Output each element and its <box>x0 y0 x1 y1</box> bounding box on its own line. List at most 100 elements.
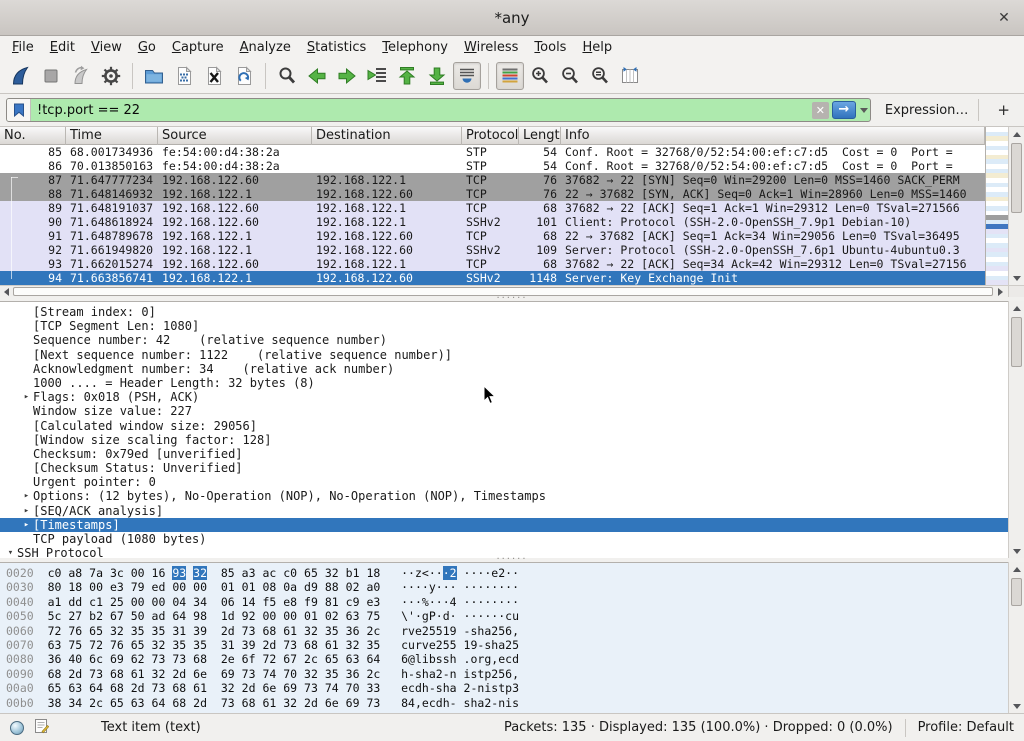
zoom-out-icon[interactable] <box>556 62 584 90</box>
column-header-time[interactable]: Time <box>66 127 158 145</box>
zoom-original-icon[interactable] <box>586 62 614 90</box>
packet-row-94[interactable]: 9471.663856741192.168.122.1192.168.122.6… <box>0 271 985 285</box>
detail-row[interactable]: [Stream index: 0] <box>0 305 1008 319</box>
resize-columns-icon[interactable] <box>616 62 644 90</box>
filter-bookmark-icon[interactable] <box>7 99 31 121</box>
detail-row[interactable]: [TCP Segment Len: 1080] <box>0 319 1008 333</box>
filter-dropdown-icon[interactable] <box>858 99 870 121</box>
column-header-source[interactable]: Source <box>158 127 312 145</box>
hex-row-00b0[interactable]: 00b0 38 34 2c 65 63 64 68 2d 73 68 61 32… <box>6 696 1008 710</box>
menu-capture[interactable]: Capture <box>164 38 232 57</box>
bytes-vscroll-thumb[interactable] <box>1011 578 1022 606</box>
packet-row-88[interactable]: 8871.648146932192.168.122.1192.168.122.6… <box>0 187 985 201</box>
hex-row-00a0[interactable]: 00a0 65 63 64 68 2d 73 68 61 32 2d 6e 69… <box>6 681 1008 695</box>
menu-view[interactable]: View <box>83 38 130 57</box>
hex-row-0020[interactable]: 0020 c0 a8 7a 3c 00 16 93 32 85 a3 ac c0… <box>6 566 1008 580</box>
packet-row-86[interactable]: 8670.013850163fe:54:00:d4:38:2aSTP54Conf… <box>0 159 985 173</box>
menu-wireless[interactable]: Wireless <box>456 38 526 57</box>
collapsed-icon[interactable]: ▸ <box>20 518 33 532</box>
packet-row-90[interactable]: 9071.648618924192.168.122.60192.168.122.… <box>0 215 985 229</box>
detail-row[interactable]: [Checksum Status: Unverified] <box>0 461 1008 475</box>
column-header-no[interactable]: No. <box>0 127 66 145</box>
packet-row-92[interactable]: 9271.661949820192.168.122.1192.168.122.6… <box>0 243 985 257</box>
find-packet-icon[interactable] <box>273 62 301 90</box>
scroll-up-icon[interactable] <box>1009 301 1024 315</box>
detail-row[interactable]: ▸Flags: 0x018 (PSH, ACK) <box>0 390 1008 404</box>
menu-edit[interactable]: Edit <box>42 38 83 57</box>
hex-row-0080[interactable]: 0080 36 40 6c 69 62 73 73 68 2e 6f 72 67… <box>6 652 1008 666</box>
go-back-icon[interactable] <box>303 62 331 90</box>
menu-analyze[interactable]: Analyze <box>232 38 299 57</box>
bytes-vscrollbar[interactable] <box>1008 562 1024 713</box>
scroll-down-icon[interactable] <box>1009 544 1024 558</box>
hex-row-0090[interactable]: 0090 68 2d 73 68 61 32 2d 6e 69 73 74 70… <box>6 667 1008 681</box>
start-capture-icon[interactable] <box>7 62 35 90</box>
menu-file[interactable]: File <box>4 38 42 57</box>
go-to-packet-icon[interactable] <box>363 62 391 90</box>
menu-telephony[interactable]: Telephony <box>374 38 456 57</box>
detail-vscroll-thumb[interactable] <box>1011 317 1022 367</box>
stop-capture-icon[interactable] <box>37 62 65 90</box>
menu-go[interactable]: Go <box>130 38 164 57</box>
detail-row[interactable]: TCP payload (1080 bytes) <box>0 532 1008 546</box>
packet-list-vscroll-thumb[interactable] <box>1011 143 1022 213</box>
column-header-destination[interactable]: Destination <box>312 127 462 145</box>
detail-row[interactable]: Sequence number: 42 (relative sequence n… <box>0 333 1008 347</box>
collapsed-icon[interactable]: ▸ <box>20 489 33 503</box>
display-filter-input[interactable] <box>31 103 812 118</box>
detail-row[interactable]: Acknowledgment number: 34 (relative ack … <box>0 362 1008 376</box>
scroll-down-icon[interactable] <box>1009 271 1024 285</box>
capture-options-icon[interactable] <box>97 62 125 90</box>
expanded-icon[interactable]: ▾ <box>4 546 17 558</box>
column-header-length[interactable]: Length <box>519 127 561 145</box>
detail-row[interactable]: Window size value: 227 <box>0 404 1008 418</box>
scroll-down-icon[interactable] <box>1009 699 1024 713</box>
detail-row[interactable]: Urgent pointer: 0 <box>0 475 1008 489</box>
packet-row-85[interactable]: 8568.001734936fe:54:00:d4:38:2aSTP54Conf… <box>0 145 985 159</box>
zoom-in-icon[interactable] <box>526 62 554 90</box>
packet-row-87[interactable]: 8771.647777234192.168.122.60192.168.122.… <box>0 173 985 187</box>
go-forward-icon[interactable] <box>333 62 361 90</box>
scroll-up-icon[interactable] <box>1009 562 1024 576</box>
detail-row[interactable]: [Window size scaling factor: 128] <box>0 433 1008 447</box>
close-window-button[interactable]: ✕ <box>994 8 1014 28</box>
filter-apply-icon[interactable]: → <box>832 101 856 119</box>
go-first-icon[interactable] <box>393 62 421 90</box>
packet-row-93[interactable]: 9371.662015274192.168.122.60192.168.122.… <box>0 257 985 271</box>
hex-row-0040[interactable]: 0040 a1 dd c1 25 00 00 04 34 06 14 f5 e8… <box>6 595 1008 609</box>
hex-row-0060[interactable]: 0060 72 76 65 32 35 35 31 39 2d 73 68 61… <box>6 624 1008 638</box>
detail-row[interactable]: 1000 .... = Header Length: 32 bytes (8) <box>0 376 1008 390</box>
intelligent-scrollbar-minimap[interactable] <box>985 127 1008 285</box>
add-filter-button[interactable]: + <box>989 101 1018 119</box>
restart-capture-icon[interactable] <box>67 62 95 90</box>
auto-scroll-icon[interactable] <box>453 62 481 90</box>
column-header-info[interactable]: Info <box>561 127 985 145</box>
open-file-icon[interactable] <box>140 62 168 90</box>
collapsed-icon[interactable]: ▸ <box>20 390 33 404</box>
menu-statistics[interactable]: Statistics <box>299 38 374 57</box>
menu-tools[interactable]: Tools <box>526 38 574 57</box>
go-last-icon[interactable] <box>423 62 451 90</box>
hex-row-0070[interactable]: 0070 63 75 72 76 65 32 35 35 31 39 2d 73… <box>6 638 1008 652</box>
menu-help[interactable]: Help <box>574 38 620 57</box>
colorize-packets-icon[interactable] <box>496 62 524 90</box>
close-file-icon[interactable] <box>200 62 228 90</box>
detail-row[interactable]: Checksum: 0x79ed [unverified] <box>0 447 1008 461</box>
profile-text[interactable]: Profile: Default <box>918 720 1014 735</box>
detail-row[interactable]: ▸[SEQ/ACK analysis] <box>0 504 1008 518</box>
capture-comment-icon[interactable] <box>34 718 49 738</box>
scroll-up-icon[interactable] <box>1009 127 1024 141</box>
expression-button[interactable]: Expression… <box>885 103 969 118</box>
save-file-icon[interactable] <box>170 62 198 90</box>
filter-clear-icon[interactable]: ✕ <box>812 102 829 119</box>
detail-vscrollbar[interactable] <box>1008 301 1024 558</box>
detail-row[interactable]: [Calculated window size: 29056] <box>0 419 1008 433</box>
packet-row-89[interactable]: 8971.648191037192.168.122.60192.168.122.… <box>0 201 985 215</box>
packet-list-vscrollbar[interactable] <box>1008 127 1024 285</box>
column-header-protocol[interactable]: Protocol <box>462 127 519 145</box>
hex-row-0050[interactable]: 0050 5c 27 b2 67 50 ad 64 98 1d 92 00 00… <box>6 609 1008 623</box>
packet-row-91[interactable]: 9171.648789678192.168.122.1192.168.122.6… <box>0 229 985 243</box>
hex-row-0030[interactable]: 0030 80 18 00 e3 79 ed 00 00 01 01 08 0a… <box>6 580 1008 594</box>
detail-row[interactable]: [Next sequence number: 1122 (relative se… <box>0 348 1008 362</box>
expert-info-icon[interactable] <box>10 721 24 735</box>
